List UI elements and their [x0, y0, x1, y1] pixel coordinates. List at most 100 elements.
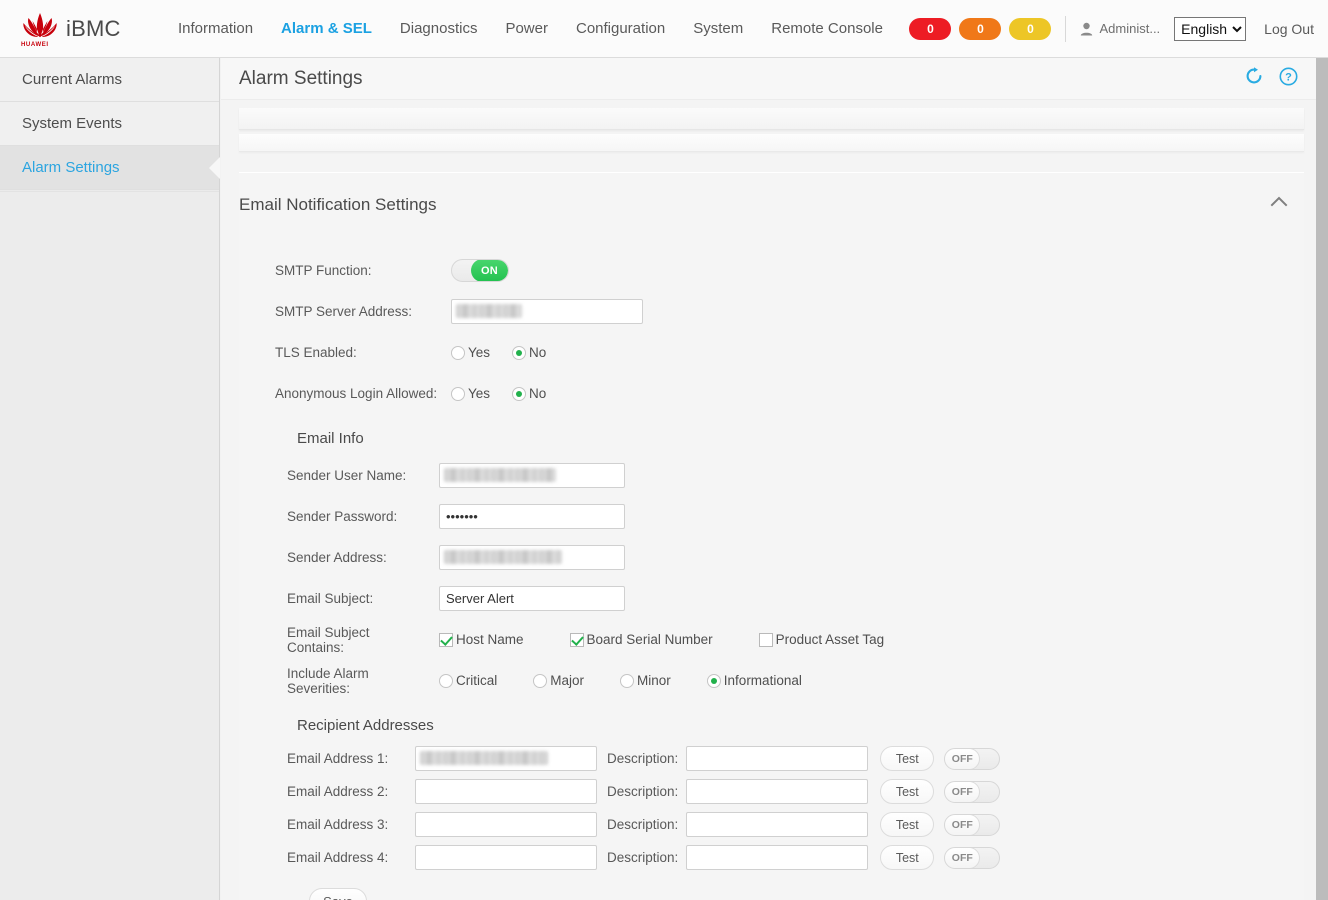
sender-password-input[interactable]: [439, 504, 625, 529]
test-button-3[interactable]: Test: [880, 812, 935, 837]
severity-radio-major[interactable]: Major: [533, 673, 584, 688]
checkbox-host-name[interactable]: Host Name: [439, 632, 524, 647]
redaction-overlay: [444, 468, 556, 482]
checkbox-product-asset-tag[interactable]: Product Asset Tag: [758, 632, 884, 647]
severity-radio-major-label: Major: [550, 673, 585, 688]
row-alarm-severities: Include Alarm Severities: Critical Major…: [275, 660, 1304, 701]
anonymous-radio-group: Yes No: [451, 386, 568, 401]
test-button-4[interactable]: Test: [880, 845, 935, 870]
recipient-toggle-4[interactable]: OFF: [944, 846, 1001, 869]
sidebar-item-system-events[interactable]: System Events: [0, 102, 219, 146]
badge-major-count[interactable]: 0: [959, 17, 1002, 40]
tls-radio-no[interactable]: No: [512, 345, 546, 360]
radio-dot: [533, 673, 548, 688]
severity-radio-informational-label: Informational: [723, 673, 802, 688]
label-subject-contains: Email Subject Contains:: [287, 624, 370, 655]
sidebar: Current Alarms System Events Alarm Setti…: [0, 58, 220, 900]
recipient-row-4: Email Address 4: Description: Test OFF: [275, 841, 1304, 874]
recipient-toggle-3[interactable]: OFF: [944, 813, 1001, 836]
severity-radio-minor-label: Minor: [637, 673, 671, 688]
chevron-up-icon[interactable]: [1268, 191, 1290, 218]
sidebar-item-alarm-settings[interactable]: Alarm Settings: [0, 146, 220, 190]
recipient-description-1-input[interactable]: [686, 746, 869, 771]
user-menu[interactable]: Administ...: [1080, 21, 1160, 36]
label-email-address-2: Email Address 2:: [287, 784, 389, 799]
recipient-toggle-1-state: OFF: [945, 748, 981, 769]
severity-radio-informational[interactable]: Informational: [706, 673, 802, 688]
svg-text:?: ?: [1285, 71, 1292, 83]
panel-title: Email Notification Settings: [239, 194, 437, 214]
label-smtp-server: SMTP Server Address:: [275, 304, 413, 319]
redaction-overlay: [420, 751, 548, 765]
scrollbar-track[interactable]: [1316, 58, 1328, 900]
recipient-toggle-2[interactable]: OFF: [944, 780, 1001, 803]
checkbox-host-name-label: Host Name: [456, 632, 524, 647]
language-select[interactable]: English 中文: [1174, 16, 1247, 41]
sidebar-item-current-alarms[interactable]: Current Alarms: [0, 58, 219, 102]
subject-contains-group: Host Name Board Serial Number Product As…: [439, 632, 930, 647]
sender-user-wrap: [439, 463, 625, 488]
huawei-flower-icon: [23, 12, 57, 37]
recipient-description-4-input[interactable]: [686, 845, 869, 870]
sidebar-empty-area: [0, 191, 219, 900]
user-name: Administ...: [1099, 21, 1161, 36]
row-sender-user-name: Sender User Name:: [275, 455, 1304, 496]
severity-radio-critical[interactable]: Critical: [439, 673, 497, 688]
recipient-description-3-input[interactable]: [686, 812, 869, 837]
nav-item-configuration[interactable]: Configuration: [562, 1, 679, 57]
collapsed-panel-above-secondary[interactable]: [239, 134, 1304, 152]
anonymous-radio-no[interactable]: No: [512, 386, 546, 401]
recipient-email-3-input[interactable]: [415, 812, 597, 837]
label-email-address-1: Email Address 1:: [287, 751, 389, 766]
recipient-description-2-input[interactable]: [686, 779, 869, 804]
smtp-function-toggle[interactable]: ON: [451, 259, 509, 282]
nav-item-system[interactable]: System: [679, 1, 757, 57]
nav-item-power[interactable]: Power: [491, 1, 562, 57]
help-icon[interactable]: ?: [1279, 67, 1298, 91]
radio-dot: [451, 386, 465, 401]
user-icon: [1080, 22, 1093, 36]
recipient-toggle-1[interactable]: OFF: [944, 747, 1001, 770]
label-description-2: Description:: [607, 784, 679, 799]
checkbox-board-serial-number[interactable]: Board Serial Number: [569, 632, 713, 647]
huawei-wordmark: HUAWEI: [21, 41, 49, 48]
email-notification-panel: Email Notification Settings SMTP Functio…: [239, 172, 1304, 900]
recipient-email-4-input[interactable]: [415, 845, 597, 870]
nav-item-diagnostics[interactable]: Diagnostics: [386, 1, 492, 57]
severity-radio-minor[interactable]: Minor: [620, 673, 671, 688]
label-email-address-3: Email Address 3:: [287, 817, 389, 832]
row-tls-enabled: TLS Enabled: Yes No: [275, 332, 1304, 373]
badge-minor-count[interactable]: 0: [1009, 17, 1052, 40]
logout-button[interactable]: Log Out: [1264, 21, 1314, 37]
label-tls-enabled: TLS Enabled:: [275, 345, 357, 360]
smtp-server-wrap: [451, 299, 643, 324]
label-email-address-4: Email Address 4:: [287, 850, 389, 865]
label-email-subject: Email Subject:: [287, 591, 374, 606]
row-email-subject: Email Subject:: [275, 578, 1304, 619]
refresh-icon[interactable]: [1245, 67, 1263, 90]
collapsed-panel-above[interactable]: [239, 108, 1304, 130]
row-anonymous-login: Anonymous Login Allowed: Yes No: [275, 373, 1304, 414]
row-sender-password: Sender Password:: [275, 496, 1304, 537]
test-button-2[interactable]: Test: [880, 779, 935, 804]
section-title-email-info: Email Info: [297, 430, 364, 447]
row-smtp-server: SMTP Server Address:: [275, 291, 1304, 332]
huawei-logo-icon: HUAWEI: [18, 9, 62, 49]
nav-item-alarm-sel[interactable]: Alarm & SEL: [267, 1, 386, 57]
tls-radio-yes[interactable]: Yes: [451, 345, 490, 360]
recipient-toggle-2-state: OFF: [945, 781, 981, 802]
test-button-1[interactable]: Test: [880, 746, 935, 771]
checkbox-box: [439, 632, 453, 647]
smtp-toggle-state: ON: [471, 260, 508, 281]
email-settings-form: SMTP Function: ON SMTP Server Address: T…: [239, 224, 1304, 900]
nav-item-remote-console[interactable]: Remote Console: [757, 1, 897, 57]
row-smtp-function: SMTP Function: ON: [275, 250, 1304, 291]
badge-critical-count[interactable]: 0: [909, 17, 952, 40]
product-name: iBMC: [66, 15, 121, 41]
radio-dot: [439, 673, 453, 688]
recipient-email-2-input[interactable]: [415, 779, 597, 804]
email-subject-input[interactable]: [439, 586, 625, 611]
anonymous-radio-yes[interactable]: Yes: [451, 386, 490, 401]
save-button[interactable]: Save: [309, 888, 367, 900]
nav-item-information[interactable]: Information: [164, 1, 267, 57]
